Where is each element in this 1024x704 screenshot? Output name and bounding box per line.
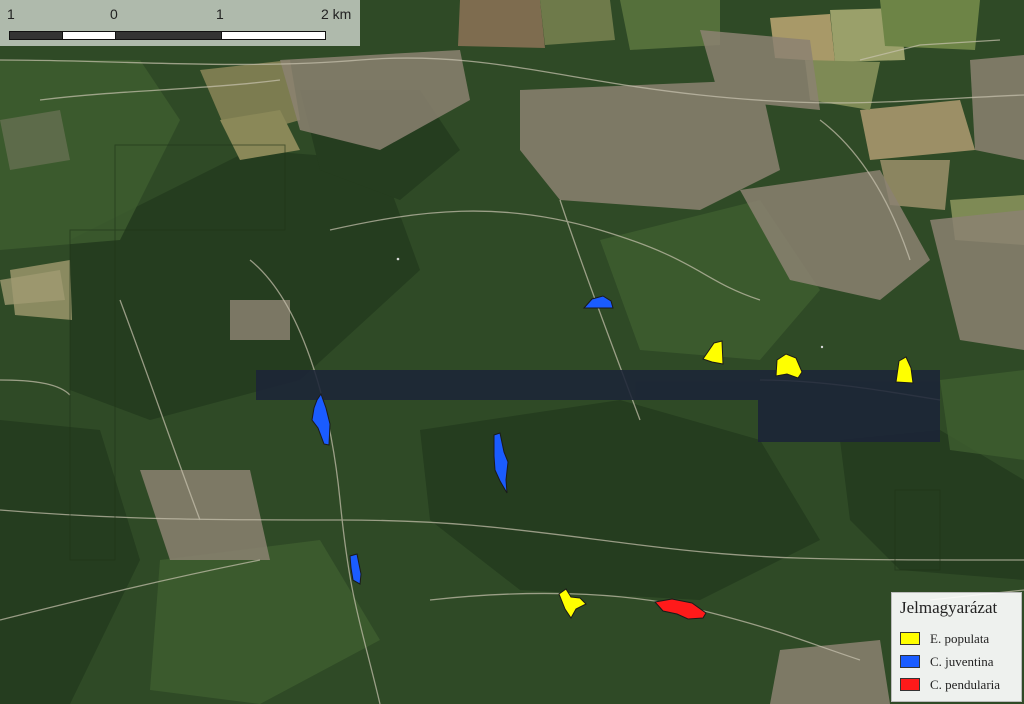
- legend-label: E. populata: [930, 631, 990, 646]
- legend-swatch: [900, 655, 920, 668]
- legend-swatch: [900, 678, 920, 691]
- scale-bar: 1 0 1 2 km: [0, 0, 360, 46]
- legend-title: Jelmagyarázat: [900, 598, 998, 617]
- scale-segment: [221, 31, 326, 40]
- legend-label: C. pendularia: [930, 677, 1001, 692]
- scale-label-one: 1: [216, 6, 224, 22]
- map-legend: Jelmagyarázat E. populata C. juventina C…: [891, 592, 1022, 702]
- legend-item-e-populata: E. populata: [898, 631, 1020, 648]
- scale-segment: [62, 31, 116, 40]
- legend-item-c-pendularia: C. pendularia: [898, 677, 1020, 694]
- legend-label: C. juventina: [930, 654, 994, 669]
- scale-segment: [115, 31, 222, 40]
- legend-item-c-juventina: C. juventina: [898, 654, 1020, 671]
- legend-swatch: [900, 632, 920, 645]
- scale-label-two-km: 2 km: [321, 6, 352, 22]
- map-canvas[interactable]: [0, 0, 1024, 704]
- scale-label-left: 1: [7, 6, 15, 22]
- scale-label-zero: 0: [110, 6, 118, 22]
- scale-segment: [9, 31, 63, 40]
